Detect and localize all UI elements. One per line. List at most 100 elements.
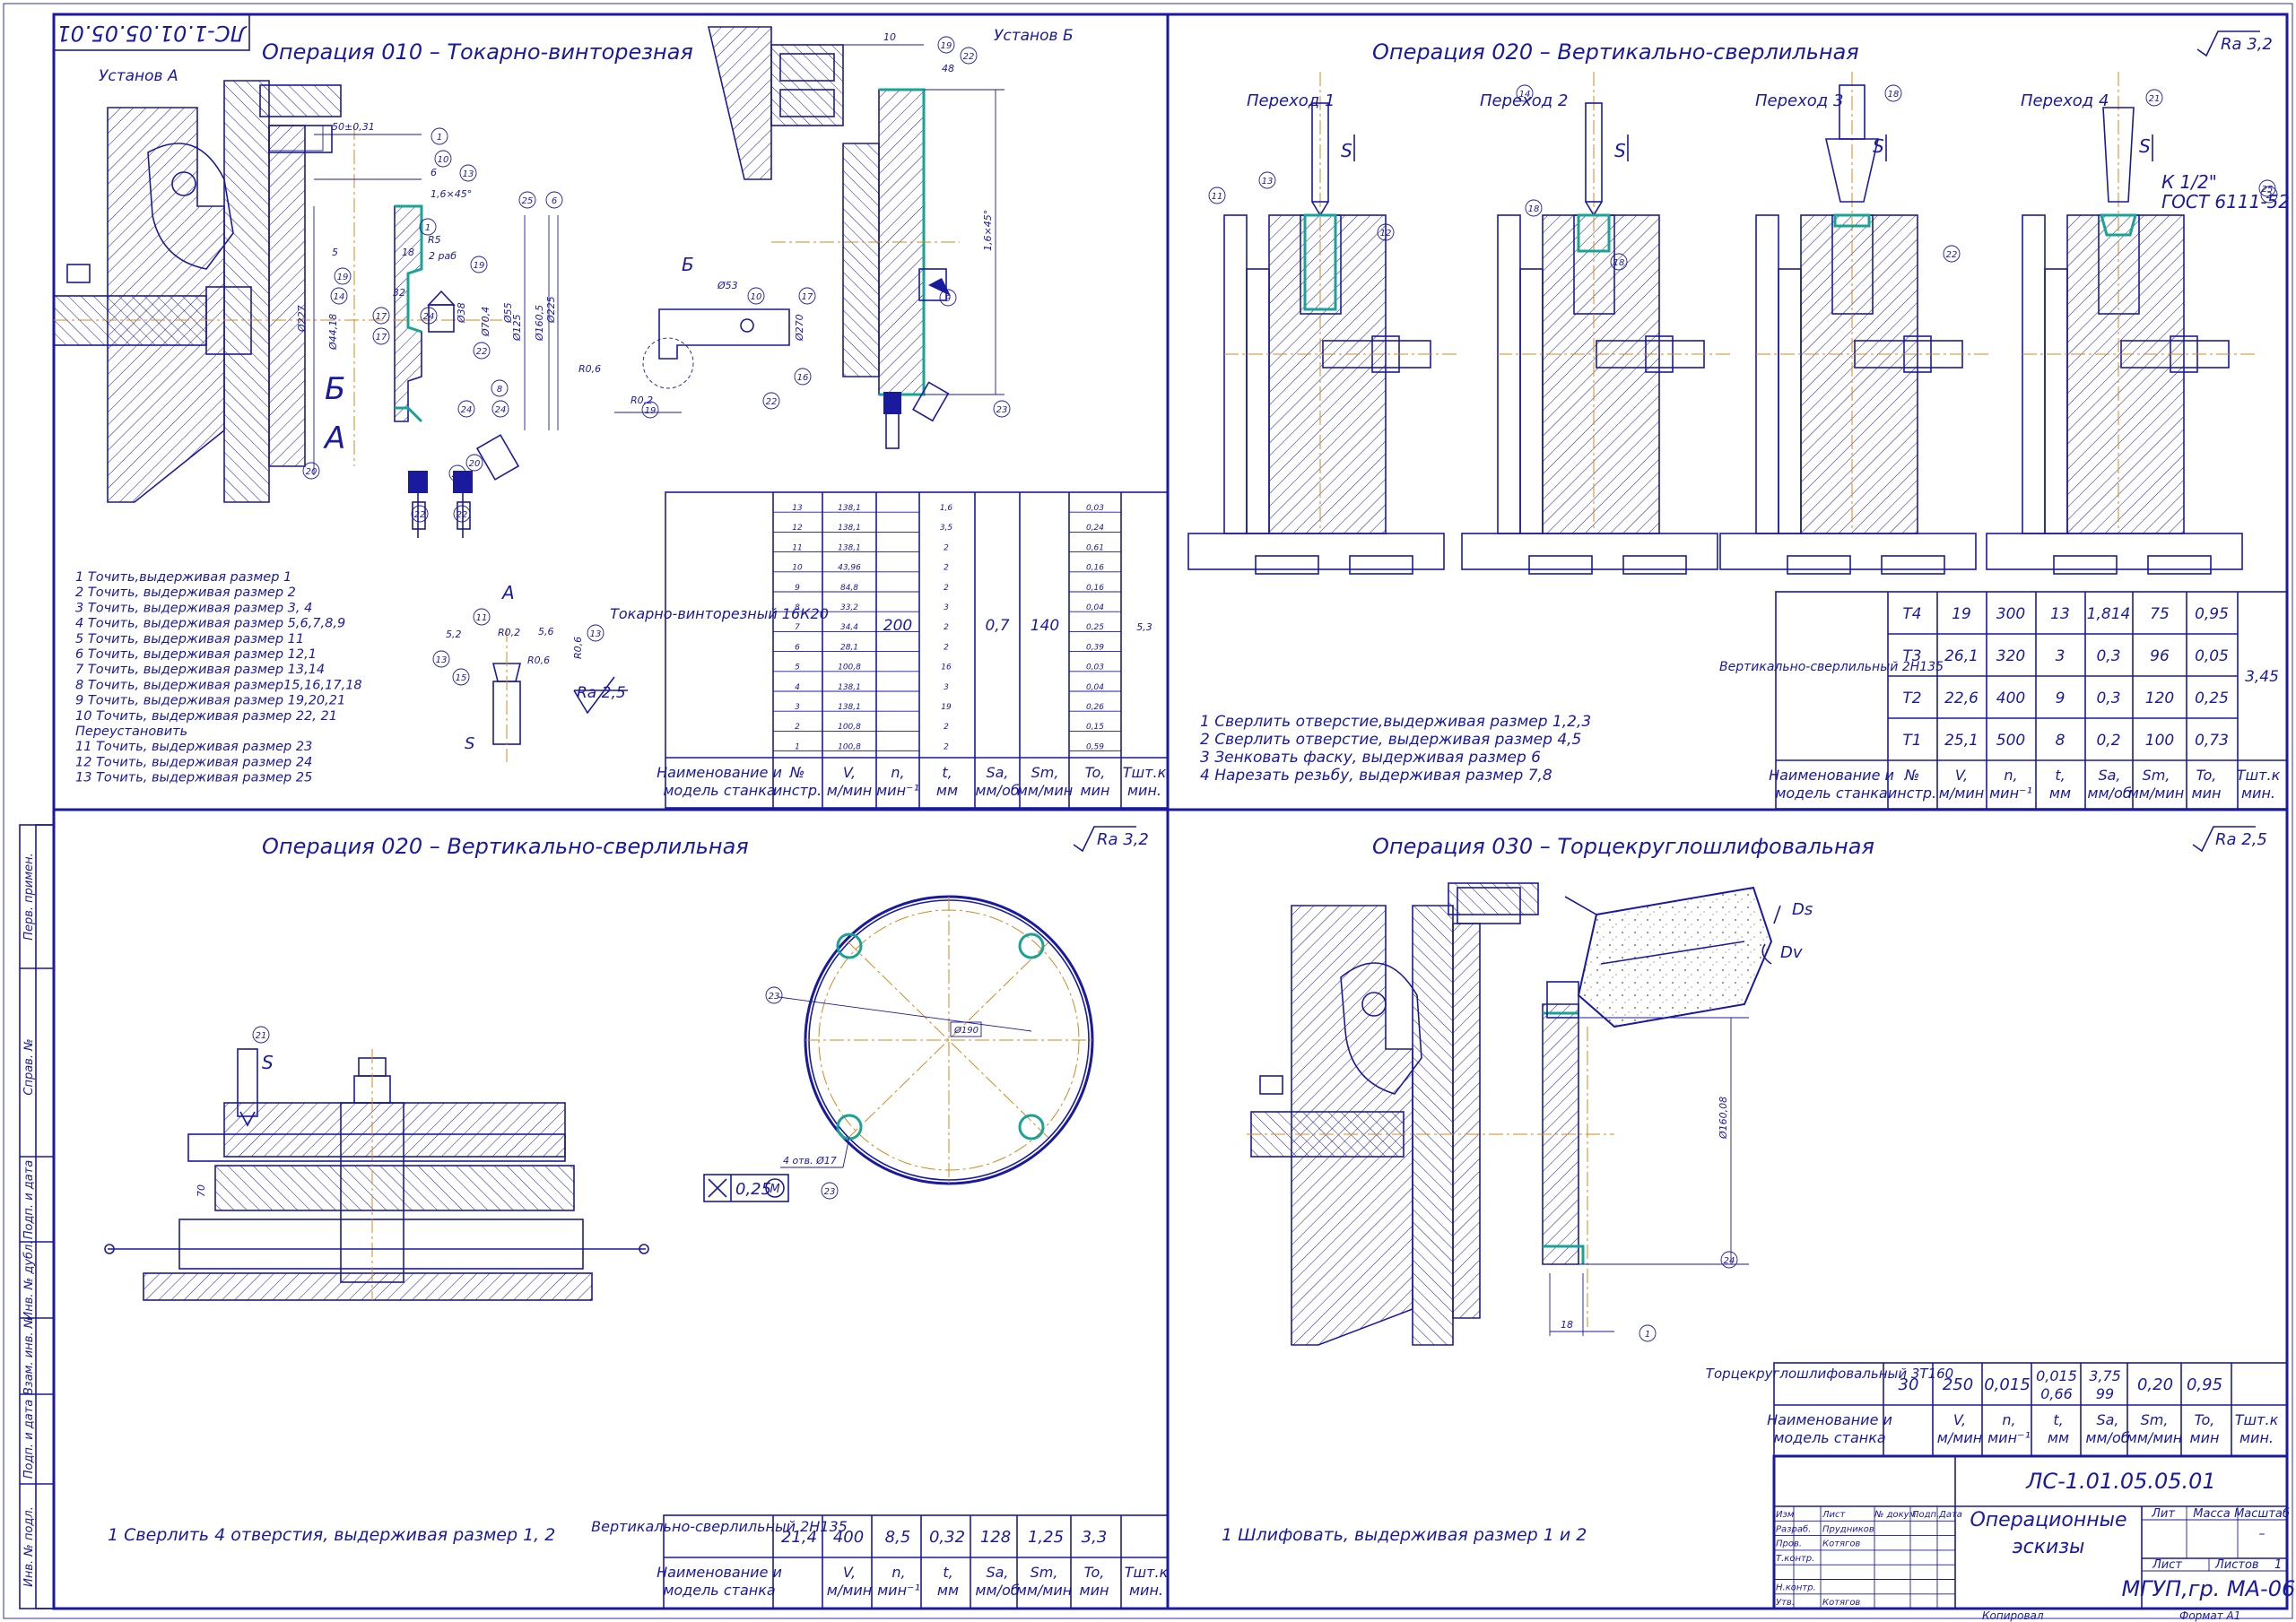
leader-number: 21 [2149, 94, 2161, 104]
leader-number: 24 [461, 405, 473, 415]
table-cell: 0,95 [2195, 605, 2229, 623]
depth-t: 16 [941, 664, 952, 672]
header-cell: Sm, [2141, 1411, 2169, 1428]
op020b-title: Операция 020 – Вертикально-сверлильная [262, 834, 749, 859]
time-to: 0,61 [1086, 543, 1104, 552]
header-cell: мм/об [975, 1582, 1019, 1599]
leader-number: 2 [2266, 191, 2272, 201]
stamp-cell: Т.контр. [1776, 1554, 1814, 1564]
header-cell: мм/мин [2128, 785, 2184, 802]
table-cell: 250 [1943, 1375, 1973, 1394]
header-cell: n, [2004, 767, 2017, 784]
dim-r02-a: R0,6 [578, 363, 601, 375]
dim-d102: R0,6 [572, 637, 584, 659]
stamp-cell: Котягов [1822, 1540, 1860, 1549]
dim-d160-08: Ø160,08 [1718, 1097, 1729, 1140]
op030-ra: Ra 2,5 [2215, 830, 2267, 849]
header-cell: To, [2196, 767, 2217, 784]
table-cell: 400 [833, 1528, 864, 1547]
header-cell: t, [2055, 767, 2065, 784]
leader-number: 17 [376, 312, 387, 322]
op010-setup-a: Установ А [99, 67, 178, 85]
stamp-cell: Изм [1776, 1510, 1795, 1520]
thread-label: К 1/2" [2161, 171, 2217, 193]
op020a-steps: 1 Сверлить отверстие,выдерживая размер 1… [1200, 713, 1591, 785]
op010-sa: 0,7 [985, 617, 1009, 635]
table-cell: 0,66 [2040, 1385, 2073, 1402]
depth-t: 2 [944, 723, 949, 732]
leader-number: 13 [1262, 177, 1274, 186]
step-line: 9 Точить, выдерживая размер 19,20,21 [75, 694, 345, 708]
stamp-copied: Копировал [1982, 1609, 2044, 1622]
dim-r5: R5 [428, 234, 441, 246]
op010-n: 200 [883, 617, 912, 635]
op020a-tsht: 3,45 [2245, 668, 2279, 686]
leader-number: 17 [376, 333, 387, 343]
stamp-cell: Утв. [1776, 1598, 1795, 1608]
leader-number: 20 [306, 467, 317, 477]
feed-s-b: S [262, 1052, 274, 1073]
op030-title: Операция 030 – Торцекруглошлифовальная [1372, 834, 1874, 859]
header-cell: модель станка [663, 782, 775, 799]
dim-r06-b: 5,2 [446, 629, 462, 640]
header-cell: Наименование и [657, 764, 782, 781]
dim-d190: Ø190 [953, 1025, 978, 1036]
header-cell: Sm, [1031, 764, 1059, 781]
dim-r06-a: Ø53 [717, 280, 738, 291]
table-cell: 25,1 [1944, 732, 1979, 750]
dim-6: 6 [430, 167, 437, 178]
view-b-label: Б [682, 254, 694, 275]
op020a-title: Операция 020 – Вертикально-сверлильная [1372, 39, 1859, 65]
op010-tsht: 5,3 [1136, 621, 1152, 633]
table-cell: 22,6 [1944, 690, 1979, 707]
step-line: 12 Точить, выдерживая размер 24 [75, 755, 312, 769]
header-cell: Sa, [2098, 767, 2120, 784]
header-cell: мин. [2239, 1429, 2274, 1446]
time-to: 0,15 [1086, 723, 1104, 732]
time-to: 0,16 [1086, 564, 1104, 573]
dim-18-b: 18 [1561, 1319, 1573, 1331]
fixture-body [1542, 214, 1660, 534]
step-line: 1 Шлифовать, выдерживая размер 1 и 2 [1222, 1525, 1587, 1545]
leader-number: 6 [552, 196, 557, 206]
time-to: 0,39 [1086, 643, 1104, 652]
doc-code-rotated: ЛС-1.01.05.05.01 [57, 21, 247, 46]
speed-v: 43,96 [838, 564, 861, 573]
label-a: А [323, 421, 345, 456]
header-cell: мм/мин [2126, 1429, 2182, 1446]
transition-3: Переход 3 [1755, 91, 1843, 110]
header-cell: мм [936, 782, 958, 799]
header-cell: To, [1084, 1564, 1105, 1581]
leader-number: 10 [438, 155, 449, 165]
leader-number: 17 [802, 292, 813, 302]
header-cell: To, [1085, 764, 1106, 781]
speed-v: 138,1 [838, 683, 861, 692]
header-cell: № [1904, 767, 1920, 784]
speed-v: 28,1 [840, 643, 858, 652]
op020b-steps: 1 Сверлить 4 отверстия, выдерживая разме… [108, 1525, 555, 1545]
table-cell: 500 [1996, 732, 2025, 750]
step-line: 3 Зенковать фаску, выдерживая размер 6 [1200, 749, 1541, 767]
detail-view-a: А 5,2 R0,6 R0,2 5,6 R0,6 Ra 2,5 S [446, 582, 628, 762]
leader-number: 23 [996, 405, 1008, 415]
dim-48: 10 [883, 31, 896, 43]
header-cell: мм/об [975, 782, 1019, 799]
margin-label-7: Инв. № подл. [22, 1506, 36, 1587]
table-cell: 100 [2145, 732, 2174, 750]
header-cell: t, [942, 764, 952, 781]
header-cell: V, [843, 764, 856, 781]
margin-label-5: Взам. инв. № [22, 1316, 36, 1395]
setup-a-drawing [53, 80, 502, 503]
leader-number: 10 [751, 292, 762, 302]
dim-2rab: 2 раб [429, 250, 457, 262]
time-to: 0,03 [1086, 664, 1104, 672]
dim-d44: Ø44,18 [327, 314, 339, 351]
table-cell: 3,3 [1082, 1528, 1108, 1547]
leader-number: 24 [423, 312, 435, 322]
ds-label: Ds [1792, 900, 1813, 919]
table-cell: 9 [2056, 690, 2066, 707]
time-to: 0,26 [1086, 703, 1104, 712]
op010-steps: 1 Точить,выдерживая размер 12 Точить, вы… [75, 570, 362, 785]
table-cell: 96 [2150, 647, 2170, 665]
table-cell: 120 [2145, 690, 2174, 707]
